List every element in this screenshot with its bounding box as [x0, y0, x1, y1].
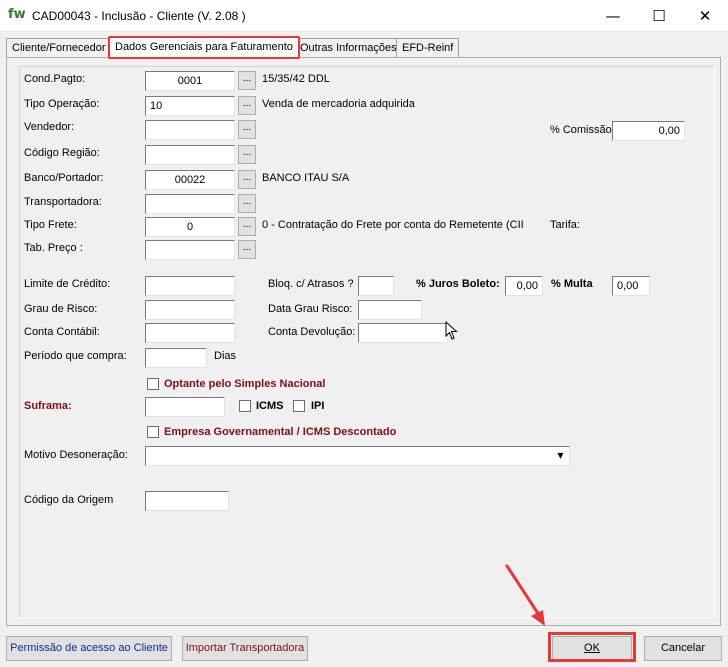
motivo-desoneracao-select[interactable]: ▼	[145, 446, 570, 466]
tipo-frete-input[interactable]: 0	[145, 217, 235, 237]
tipo-operacao-label: Tipo Operação:	[24, 98, 100, 110]
codigo-regiao-input[interactable]	[145, 145, 235, 165]
comissao-label: % Comissão:	[550, 124, 615, 136]
importar-transportadora-button[interactable]: Importar Transportadora	[182, 636, 308, 661]
icms-label: ICMS	[256, 400, 284, 412]
multa-label: % Multa	[551, 278, 593, 290]
ok-highlight	[548, 632, 636, 662]
juros-boleto-input[interactable]: 0,00	[505, 276, 543, 296]
maximize-button[interactable]: ☐	[636, 0, 682, 32]
optante-simples-checkbox[interactable]	[147, 378, 159, 390]
tab-cliente-fornecedor[interactable]: Cliente/Fornecedor	[6, 38, 112, 58]
tipo-frete-label: Tipo Frete:	[24, 219, 77, 231]
tab-preco-lookup-button[interactable]: ...	[238, 240, 256, 259]
empresa-gov-label: Empresa Governamental / ICMS Descontado	[164, 426, 397, 438]
codigo-origem-input[interactable]	[145, 491, 229, 511]
empresa-gov-checkbox[interactable]	[147, 426, 159, 438]
cancel-button[interactable]: Cancelar	[644, 636, 722, 661]
mouse-cursor-icon	[445, 321, 458, 340]
codigo-origem-label: Código da Origem	[24, 494, 114, 506]
tab-efd-reinf[interactable]: EFD-Reinf	[396, 38, 460, 58]
suframa-input[interactable]	[145, 397, 225, 417]
bloq-atrasos-input[interactable]	[358, 276, 394, 296]
tipo-frete-description: 0 - Contratação do Frete por conta do Re…	[262, 219, 524, 231]
grau-risco-input[interactable]	[145, 300, 235, 320]
conta-devolucao-input[interactable]	[358, 323, 448, 343]
cond-pagto-lookup-button[interactable]: ...	[238, 71, 256, 90]
conta-devolucao-label: Conta Devolução:	[268, 326, 356, 338]
data-grau-risco-label: Data Grau Risco:	[268, 303, 353, 315]
tipo-frete-lookup-button[interactable]: ...	[238, 217, 256, 236]
limite-credito-input[interactable]	[145, 276, 235, 296]
banco-portador-lookup-button[interactable]: ...	[238, 170, 256, 189]
codigo-regiao-lookup-button[interactable]: ...	[238, 145, 256, 164]
tab-preco-input[interactable]	[145, 240, 235, 260]
data-grau-risco-input[interactable]	[358, 300, 422, 320]
close-button[interactable]: ✕	[682, 0, 728, 32]
banco-portador-description: BANCO ITAU S/A	[262, 172, 350, 184]
suframa-label: Suframa:	[24, 400, 72, 412]
tab-outras-informacoes[interactable]: Outras Informações	[294, 38, 403, 58]
banco-portador-input[interactable]: 00022	[145, 170, 235, 190]
chevron-down-icon[interactable]: ▼	[553, 448, 568, 464]
title-bar: fw CAD00043 - Inclusão - Cliente (V. 2.0…	[0, 0, 728, 32]
icms-checkbox[interactable]	[239, 400, 251, 412]
juros-boleto-label: % Juros Boleto:	[416, 278, 500, 290]
transportadora-input[interactable]	[145, 194, 235, 214]
cond-pagto-description: 15/35/42 DDL	[262, 73, 330, 85]
tarifa-label: Tarifa:	[550, 219, 580, 231]
tab-strip: Cliente/Fornecedor Dados Gerenciais para…	[0, 36, 728, 59]
vendedor-input[interactable]	[145, 120, 235, 140]
tipo-operacao-description: Venda de mercadoria adquirida	[262, 98, 415, 110]
limite-credito-label: Limite de Crédito:	[24, 278, 111, 290]
transportadora-lookup-button[interactable]: ...	[238, 194, 256, 213]
multa-input[interactable]: 0,00	[612, 276, 650, 296]
periodo-compra-unit: Dias	[214, 350, 237, 362]
tipo-operacao-lookup-button[interactable]: ...	[238, 96, 256, 115]
permissao-acesso-button[interactable]: Permissão de acesso ao Cliente	[6, 636, 172, 661]
tipo-operacao-input[interactable]: 10	[145, 96, 235, 116]
periodo-compra-label: Período que compra:	[24, 350, 127, 362]
cond-pagto-label: Cond.Pagto:	[24, 73, 86, 85]
cond-pagto-input[interactable]: 0001	[145, 71, 235, 91]
tab-dados-gerenciais[interactable]: Dados Gerenciais para Faturamento	[108, 36, 300, 59]
conta-contabil-input[interactable]	[145, 323, 235, 343]
codigo-regiao-label: Código Região:	[24, 147, 100, 159]
vendedor-lookup-button[interactable]: ...	[238, 120, 256, 139]
minimize-button[interactable]: —	[590, 0, 636, 32]
annotation-arrow-icon	[505, 564, 545, 626]
vendedor-label: Vendedor:	[24, 121, 75, 133]
optante-simples-label: Optante pelo Simples Nacional	[164, 378, 326, 390]
app-logo-icon: fw	[8, 7, 26, 22]
motivo-desoneracao-label: Motivo Desoneração:	[24, 449, 128, 461]
ipi-label: IPI	[311, 400, 325, 412]
window-title: CAD00043 - Inclusão - Cliente (V. 2.08 )	[32, 9, 246, 23]
banco-portador-label: Banco/Portador:	[24, 172, 104, 184]
bloq-atrasos-label: Bloq. c/ Atrasos ?	[268, 278, 354, 290]
conta-contabil-label: Conta Contábil:	[24, 326, 100, 338]
comissao-input[interactable]: 0,00	[612, 121, 685, 141]
ipi-checkbox[interactable]	[293, 400, 305, 412]
grau-risco-label: Grau de Risco:	[24, 303, 98, 315]
periodo-compra-input[interactable]	[145, 348, 207, 368]
tab-preco-label: Tab. Preço :	[24, 242, 83, 254]
transportadora-label: Transportadora:	[24, 196, 102, 208]
